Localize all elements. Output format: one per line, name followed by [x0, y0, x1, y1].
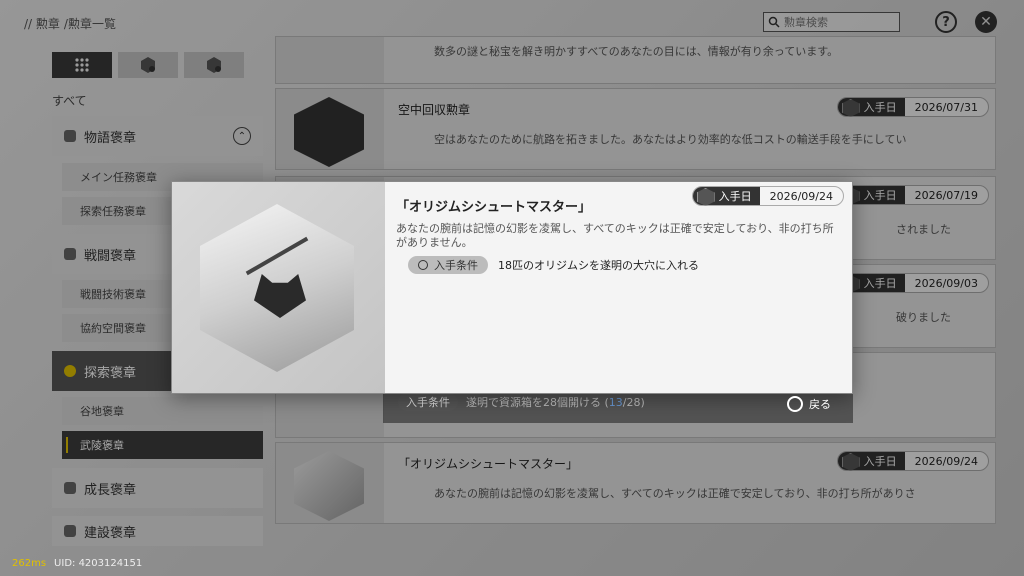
- date-value: 2026/09/24: [769, 189, 833, 203]
- info-icon: [418, 260, 428, 270]
- originium-slug-emblem-icon: [254, 274, 306, 318]
- date-label: 入手日: [692, 187, 760, 205]
- condition-pill: 入手条件: [408, 256, 488, 274]
- ping-value: 262ms: [12, 558, 47, 569]
- circle-button-icon: [787, 396, 803, 412]
- behind-condition: 入手条件 遂明で資源箱を28個開ける (13/28): [398, 393, 645, 411]
- medal-stripe: [245, 236, 309, 276]
- status-footer: 262ms UID: 4203124151: [12, 558, 142, 569]
- acquire-condition: 入手条件 18匹のオリジムシを遂明の大穴に入れる: [408, 256, 699, 274]
- uid-text: UID: 4203124151: [54, 558, 143, 569]
- modal-description: あなたの腕前は記憶の幻影を凌駕し、すべてのキックは正確で安定しており、非の打ち所…: [396, 222, 834, 249]
- modal-title: 「オリジムシシュートマスター」: [396, 200, 592, 215]
- medal-detail-modal: 「オリジムシシュートマスター」 あなたの腕前は記憶の幻影を凌駕し、すべてのキック…: [171, 181, 853, 394]
- back-button[interactable]: 戻る: [787, 396, 831, 412]
- condition-pill: 入手条件: [398, 393, 458, 411]
- medal-image-panel: [172, 182, 385, 393]
- condition-text: 遂明で資源箱を28個開ける (: [466, 396, 609, 409]
- condition-total: /28): [622, 396, 645, 409]
- condition-progress: 13: [608, 396, 623, 409]
- condition-label: 入手条件: [434, 259, 478, 272]
- back-label: 戻る: [809, 398, 831, 411]
- condition-text: 18匹のオリジムシを遂明の大穴に入れる: [498, 259, 699, 272]
- medal-hex-icon: [200, 204, 354, 372]
- obtained-date: 入手日 2026/09/24: [691, 186, 844, 206]
